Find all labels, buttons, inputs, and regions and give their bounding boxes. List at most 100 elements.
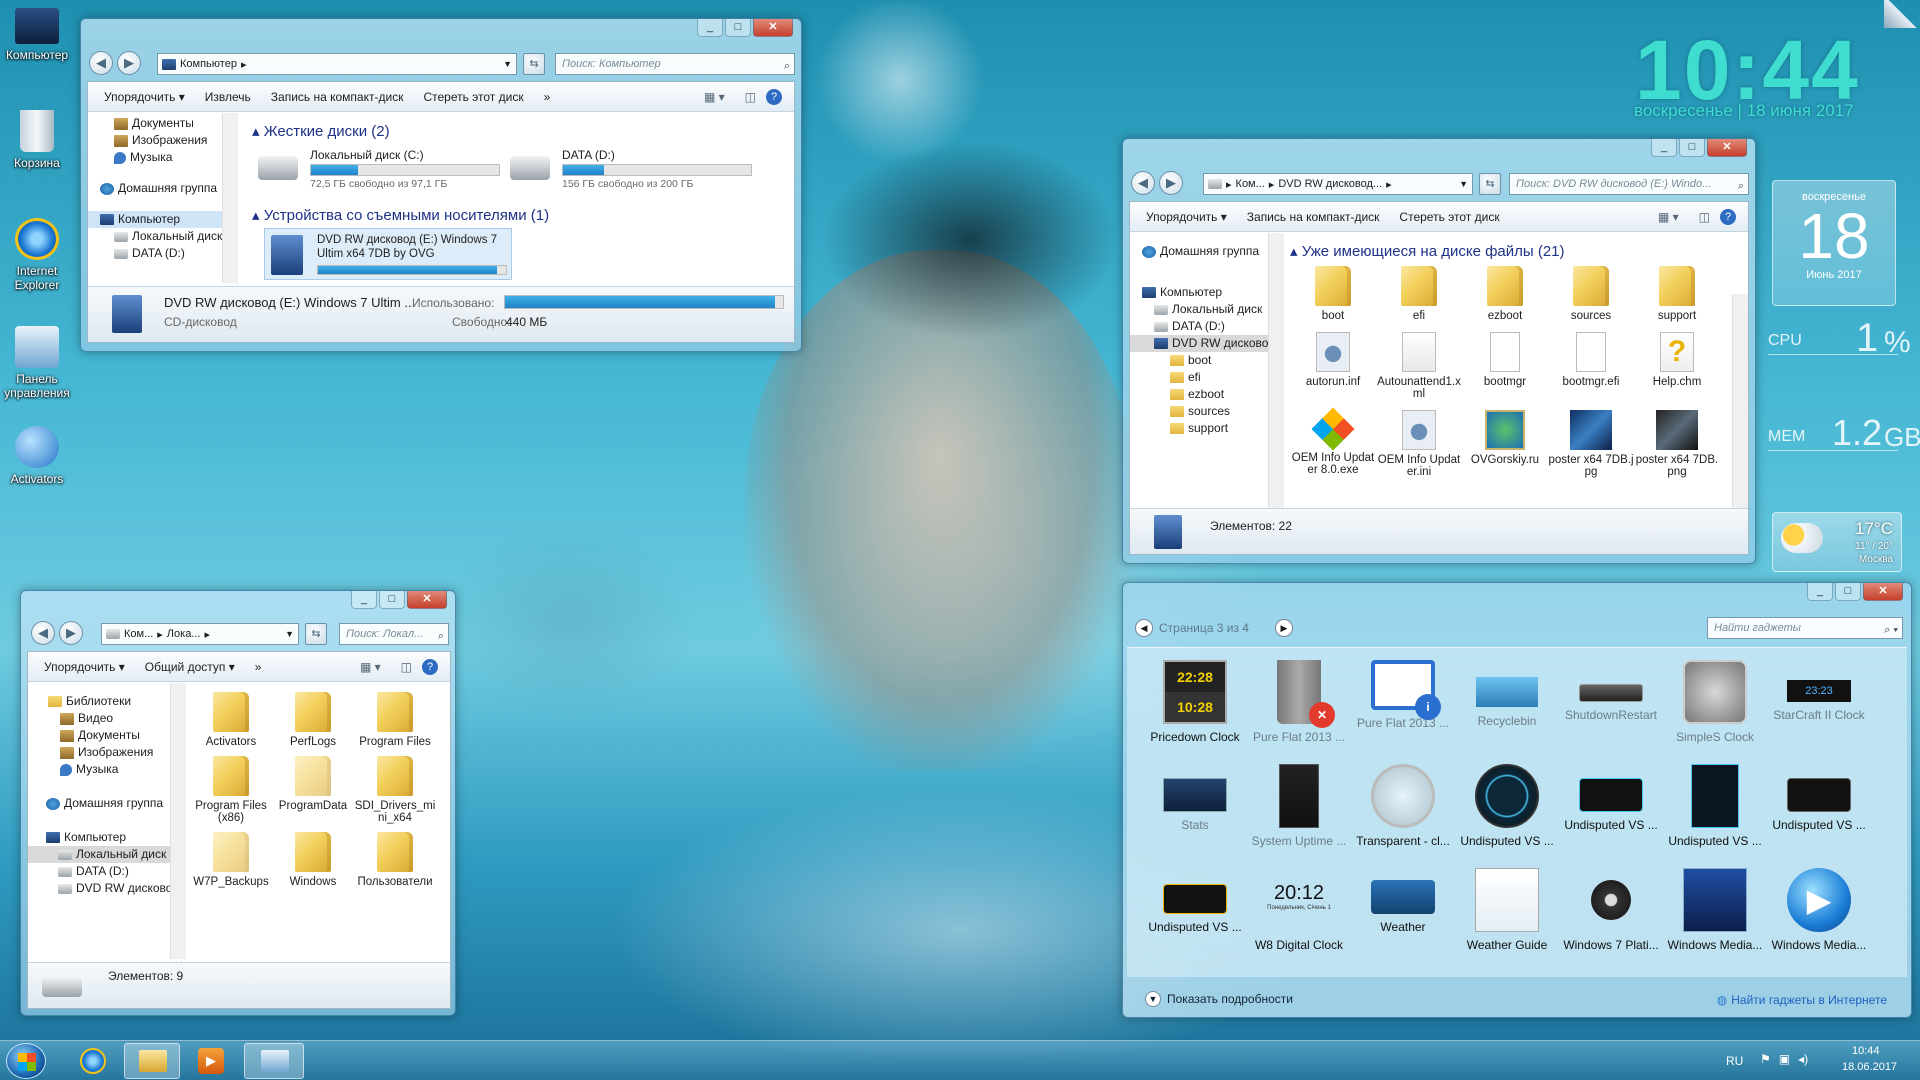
help-icon[interactable]: ?	[422, 658, 438, 675]
taskbar-control-panel[interactable]	[244, 1043, 304, 1079]
language-indicator[interactable]: RU	[1726, 1054, 1743, 1068]
page-prev-button[interactable]: ◀	[1135, 619, 1153, 637]
gadget-weather-guide[interactable]: Weather Guide	[1465, 868, 1549, 952]
gadget-search-input[interactable]: Найти гаджеты ⌕ ▾	[1707, 617, 1903, 639]
preview-pane-icon[interactable]: ◫	[1689, 210, 1720, 224]
more-commands-button[interactable]: »	[534, 90, 561, 104]
minimize-button[interactable]: _	[1807, 583, 1833, 601]
gadget-undisputed-2[interactable]: Undisputed VS ...	[1564, 764, 1658, 832]
gadget-shutdownrestart[interactable]: ShutdownRestart	[1565, 660, 1657, 722]
gadget-simples-clock[interactable]: SimpleS Clock	[1673, 660, 1757, 744]
view-options-icon[interactable]: ▦ ▾	[1648, 210, 1689, 224]
file-item[interactable]: OEM Info Updater.ini	[1376, 410, 1462, 478]
tree-item-video[interactable]: Видео	[28, 710, 181, 727]
folder-item[interactable]: Пользователи	[354, 832, 436, 888]
erase-disc-button[interactable]: Стереть этот диск	[1389, 210, 1509, 224]
folder-item[interactable]: sources	[1548, 266, 1634, 322]
more-commands-button[interactable]: »	[245, 660, 272, 674]
page-curl-corner[interactable]	[1884, 0, 1920, 28]
gadget-windows-media-2[interactable]: ▶ Windows Media...	[1772, 868, 1866, 952]
chevron-down-icon[interactable]: ▼	[1459, 179, 1468, 189]
page-next-button[interactable]: ▶	[1275, 619, 1293, 637]
close-button[interactable]: ✕	[1863, 583, 1903, 601]
weather-gadget[interactable]: 17°C 11° / 20° Москва	[1772, 512, 1902, 572]
erase-disc-button[interactable]: Стереть этот диск	[413, 90, 533, 104]
tree-item-data[interactable]: DATA (D:)	[88, 245, 237, 262]
tree-item-sources[interactable]: sources	[1130, 403, 1279, 420]
back-button[interactable]: ◀	[1131, 171, 1155, 195]
file-item[interactable]: OEM Info Updater 8.0.exe	[1290, 407, 1376, 478]
calendar-gadget[interactable]: воскресенье 18 Июнь 2017	[1772, 180, 1896, 306]
window-local-disk[interactable]: _ □ ✕ ◀ ▶ Ком... ▸ Лока... ▸ ▼ ⇆ Поиск: …	[20, 590, 456, 1016]
folder-item[interactable]: efi	[1376, 266, 1462, 322]
preview-pane-icon[interactable]: ◫	[735, 90, 766, 104]
back-button[interactable]: ◀	[31, 621, 55, 645]
view-options-icon[interactable]: ▦ ▾	[694, 90, 735, 104]
volume-icon[interactable]: ◂)	[1798, 1052, 1808, 1066]
gadget-transparent-clock[interactable]: Transparent - cl...	[1356, 764, 1450, 848]
minimize-button[interactable]: _	[351, 591, 377, 609]
organize-menu[interactable]: Упорядочить ▾	[28, 660, 135, 674]
gadget-stats[interactable]: Stats	[1153, 764, 1237, 832]
address-bar[interactable]: Ком... ▸ Лока... ▸ ▼	[101, 623, 299, 645]
folder-item[interactable]: boot	[1290, 266, 1376, 322]
maximize-button[interactable]: □	[379, 591, 405, 609]
taskbar-ie[interactable]	[66, 1044, 122, 1078]
tree-item-computer[interactable]: Компьютер	[28, 829, 181, 846]
gadget-pure-flat-recycle[interactable]: ✕ Pure Flat 2013 ...	[1253, 660, 1345, 744]
search-input[interactable]: Поиск: DVD RW дисковод (E:) Windo... ⌕	[1509, 173, 1749, 195]
close-button[interactable]: ✕	[1707, 139, 1747, 157]
file-item[interactable]: Autounattend1.xml	[1376, 332, 1462, 400]
file-item[interactable]: poster x64 7DB.jpg	[1548, 410, 1634, 478]
share-menu[interactable]: Общий доступ ▾	[135, 660, 245, 674]
window-dvd-drive[interactable]: _ □ ✕ ◀ ▶ ▸ Ком... ▸ DVD RW дисковод... …	[1122, 138, 1756, 564]
nav-scrollbar[interactable]	[1268, 233, 1284, 509]
tree-item-boot[interactable]: boot	[1130, 352, 1279, 369]
file-item[interactable]: bootmgr	[1462, 332, 1548, 400]
search-input[interactable]: Поиск: Локал... ⌕	[339, 623, 449, 645]
address-bar[interactable]: Компьютер ▸ ▼	[157, 53, 517, 75]
gadget-w8-digital-clock[interactable]: 20:12 Понедельник, Січень 1 W8 Digital Clo…	[1255, 868, 1343, 952]
organize-menu[interactable]: Упорядочить ▾	[1130, 210, 1237, 224]
refresh-button[interactable]: ⇆	[523, 53, 545, 75]
chevron-down-icon[interactable]: ▼	[285, 629, 294, 639]
help-icon[interactable]: ?	[1720, 208, 1736, 225]
flag-icon[interactable]: ⚑	[1760, 1052, 1771, 1066]
tree-item-local-disk[interactable]: Локальный диск	[88, 228, 237, 245]
refresh-button[interactable]: ⇆	[305, 623, 327, 645]
taskbar-explorer[interactable]	[124, 1043, 180, 1079]
preview-pane-icon[interactable]: ◫	[391, 660, 422, 674]
tree-item-dvd[interactable]: DVD RW дисковод	[1130, 335, 1279, 352]
folder-item[interactable]: ezboot	[1462, 266, 1548, 322]
folder-item[interactable]: Program Files	[354, 692, 436, 748]
eject-button[interactable]: Извлечь	[195, 90, 261, 104]
address-segment[interactable]: Ком...	[124, 628, 153, 640]
maximize-button[interactable]: □	[725, 19, 751, 37]
show-details-toggle[interactable]: ▼ Показать подробности	[1145, 991, 1293, 1007]
group-header-hard-disks[interactable]: ▴ Жесткие диски (2)	[252, 122, 390, 140]
forward-button[interactable]: ▶	[1159, 171, 1183, 195]
gadget-undisputed-3[interactable]: Undisputed VS ...	[1668, 764, 1762, 848]
organize-menu[interactable]: Упорядочить ▾	[88, 90, 195, 104]
tree-item-music[interactable]: Музыка	[88, 149, 237, 166]
folder-item[interactable]: Program Files (x86)	[190, 756, 272, 824]
desktop-icon-control-panel[interactable]: Панель управления	[0, 326, 74, 400]
file-item[interactable]: OVGorskiy.ru	[1462, 410, 1548, 478]
folder-item[interactable]: PerfLogs	[272, 692, 354, 748]
tree-item-pictures[interactable]: Изображения	[28, 744, 181, 761]
tree-item-local-disk[interactable]: Локальный диск	[1130, 301, 1279, 318]
tree-item-dvd[interactable]: DVD RW дисковод	[28, 880, 181, 897]
search-input[interactable]: Поиск: Компьютер ⌕	[555, 53, 795, 75]
folder-item[interactable]: support	[1634, 266, 1720, 322]
gadget-windows-media-1[interactable]: Windows Media...	[1668, 868, 1762, 952]
taskbar-date[interactable]: 18.06.2017	[1842, 1061, 1897, 1073]
file-item[interactable]: autorun.inf	[1290, 332, 1376, 400]
address-segment[interactable]: Компьютер	[180, 58, 237, 70]
window-computer[interactable]: _ □ ✕ ◀ ▶ Компьютер ▸ ▼ ⇆ Поиск: Компьют…	[80, 18, 802, 352]
minimize-button[interactable]: _	[1651, 139, 1677, 157]
tree-item-data[interactable]: DATA (D:)	[1130, 318, 1279, 335]
folder-item[interactable]: Activators	[190, 692, 272, 748]
tree-item-computer[interactable]: Компьютер	[88, 211, 237, 228]
nav-scrollbar[interactable]	[170, 683, 186, 959]
maximize-button[interactable]: □	[1679, 139, 1705, 157]
